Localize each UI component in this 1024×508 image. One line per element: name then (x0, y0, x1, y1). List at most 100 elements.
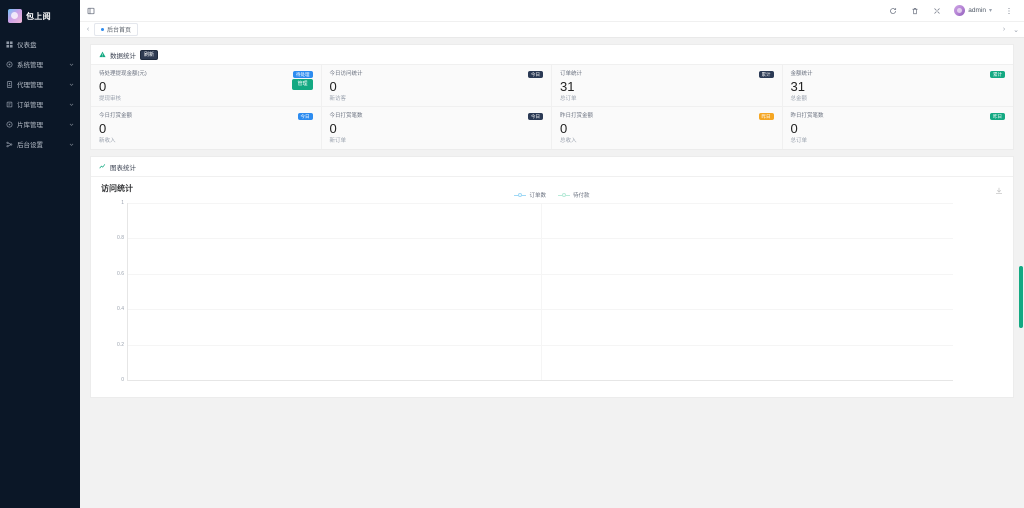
main-area: admin ▾ ‹ 后台首页 › ⌄ 数据统计 刷新 待处理提现金额(元) 0 … (80, 0, 1024, 508)
chart-panel: 图表统计 访问统计 订单数 待付款 1 0.8 0.6 0.4 0.2 0 (90, 156, 1014, 398)
avatar (954, 5, 966, 16)
sidebar-item-system[interactable]: 系统管理 (0, 54, 80, 74)
brand-name: 包上阅 (26, 11, 51, 21)
stat-action-button[interactable]: 管理 (292, 79, 313, 90)
sidebar-item-label: 仪表盘 (17, 42, 37, 49)
stats-panel-header: 数据统计 刷新 (91, 45, 1013, 65)
config-icon (6, 141, 13, 148)
clear-cache-icon[interactable] (910, 6, 920, 16)
stat-title: 金额统计 (790, 71, 813, 77)
stat-badge: 待处理 (293, 71, 313, 78)
chart-line-icon (99, 163, 106, 170)
y-axis-tick: 0.8 (117, 235, 124, 242)
stat-card[interactable]: 今日打赏笔数 0 新订单 今日 (321, 107, 552, 149)
brand[interactable]: 包上阅 (0, 4, 80, 28)
vertical-scrollbar-track[interactable] (1018, 38, 1024, 508)
stat-value: 0 (99, 121, 107, 136)
stat-value: 0 (99, 79, 107, 94)
fullscreen-icon[interactable] (932, 6, 942, 16)
stat-card[interactable]: 订单统计 31 总订单 累计 (552, 65, 783, 107)
settings-icon (6, 61, 13, 68)
chart-panel-title: 图表统计 (110, 164, 136, 172)
y-axis-tick: 0.4 (117, 306, 124, 313)
stat-value: 0 (790, 121, 798, 136)
tab-scroll-right-button[interactable]: › (998, 22, 1010, 38)
agent-icon (6, 80, 13, 88)
stat-title: 待处理提现金额(元) (99, 71, 147, 77)
tabbar-right: › ⌄ (998, 22, 1022, 38)
chevron-down-icon (68, 61, 74, 67)
stat-title: 订单统计 (560, 71, 583, 77)
chevron-down-icon (68, 141, 74, 147)
stat-subtitle: 提现审核 (99, 96, 122, 102)
sidebar-item-agent[interactable]: 代理管理 (0, 74, 80, 94)
app-root: 包上阅 仪表盘 系统管理 代理管理 订单管理 片库管理 后台设置 admin ▾… (0, 0, 1024, 508)
chevron-down-icon (68, 121, 74, 127)
chart-body: 访问统计 订单数 待付款 1 0.8 0.6 0.4 0.2 0 (91, 177, 1013, 397)
brand-logo-icon (8, 9, 22, 23)
user-menu[interactable]: admin ▾ (954, 5, 992, 16)
chart-panel-header: 图表统计 (91, 157, 1013, 177)
stat-card[interactable]: 昨日打赏笔数 0 总订单 昨日 (782, 107, 1013, 149)
order-icon (6, 101, 13, 108)
stat-value: 0 (560, 121, 568, 136)
stat-badge: 昨日 (758, 113, 774, 120)
sidebar-item-backend-settings[interactable]: 后台设置 (0, 134, 80, 154)
stat-badge: 累计 (758, 71, 774, 78)
sidebar-item-label: 代理管理 (17, 82, 43, 89)
stat-card[interactable]: 待处理提现金额(元) 0 提现审核 待处理 管理 (91, 65, 322, 107)
stats-panel: 数据统计 刷新 待处理提现金额(元) 0 提现审核 待处理 管理 今日访问统计 … (90, 44, 1014, 150)
chevron-down-icon (68, 101, 74, 107)
chevron-down-icon: ▾ (988, 7, 992, 14)
stat-card[interactable]: 昨日打赏金额 0 总收入 昨日 (552, 107, 783, 149)
more-vertical-icon[interactable] (1004, 6, 1014, 16)
tab-label: 后台首页 (107, 28, 132, 34)
tab-backend-home[interactable]: 后台首页 (94, 23, 139, 36)
stat-badge: 今日 (297, 113, 313, 120)
topbar-right: admin ▾ (888, 5, 1018, 16)
stat-value: 31 (790, 79, 805, 94)
stat-subtitle: 新收入 (99, 138, 116, 144)
stat-subtitle: 新订单 (329, 138, 347, 144)
stat-badge: 今日 (528, 113, 543, 120)
stat-card[interactable]: 今日打赏金额 0 新收入 今日 (91, 107, 322, 149)
y-axis-tick: 0.2 (117, 341, 124, 348)
stats-panel-title: 数据统计 (110, 52, 136, 60)
sidebar-nav: 仪表盘 系统管理 代理管理 订单管理 片库管理 后台设置 (0, 34, 80, 154)
stat-value: 0 (329, 121, 337, 136)
stat-subtitle: 总金额 (790, 96, 808, 102)
stat-title: 今日打赏金额 (99, 113, 133, 119)
stat-badge: 昨日 (990, 113, 1005, 120)
sidebar-item-label: 片库管理 (17, 122, 43, 129)
stat-card[interactable]: 今日访问统计 0 新访客 今日 (321, 65, 552, 107)
tab-scroll-left-button[interactable]: ‹ (82, 22, 94, 38)
sidebar-item-dashboard[interactable]: 仪表盘 (0, 34, 80, 54)
topbar: admin ▾ (80, 0, 1024, 22)
tabbar: ‹ 后台首页 › ⌄ (80, 22, 1024, 38)
menu-icon[interactable] (86, 6, 96, 16)
vertical-scrollbar-thumb[interactable] (1019, 266, 1023, 328)
stat-value: 31 (560, 79, 575, 94)
chart-title: 访问统计 (101, 184, 133, 193)
sidebar-item-label: 订单管理 (17, 102, 43, 109)
sidebar-item-video-library[interactable]: 片库管理 (0, 114, 80, 134)
stat-card-grid: 待处理提现金额(元) 0 提现审核 待处理 管理 今日访问统计 0 新访客 今日… (91, 65, 1013, 149)
stats-refresh-badge[interactable]: 刷新 (140, 49, 159, 60)
sidebar-item-label: 系统管理 (17, 62, 43, 69)
stat-subtitle: 总订单 (790, 138, 808, 144)
stat-value: 0 (329, 79, 337, 94)
y-axis-tick: 0.6 (117, 270, 124, 277)
save-image-icon[interactable] (995, 187, 1003, 195)
content-area: 数据统计 刷新 待处理提现金额(元) 0 提现审核 待处理 管理 今日访问统计 … (80, 38, 1024, 508)
stat-subtitle: 新访客 (329, 96, 347, 102)
stat-title: 今日访问统计 (329, 71, 363, 77)
stat-badge: 今日 (528, 71, 543, 78)
video-library-icon (6, 121, 13, 128)
stat-card[interactable]: 金额统计 31 总金额 累计 (782, 65, 1013, 107)
refresh-icon[interactable] (888, 6, 898, 16)
dashboard-icon (6, 40, 13, 48)
stat-subtitle: 总订单 (560, 96, 577, 102)
tab-dropdown-button[interactable]: ⌄ (1010, 22, 1022, 38)
user-name: admin (968, 7, 986, 14)
sidebar-item-order[interactable]: 订单管理 (0, 94, 80, 114)
